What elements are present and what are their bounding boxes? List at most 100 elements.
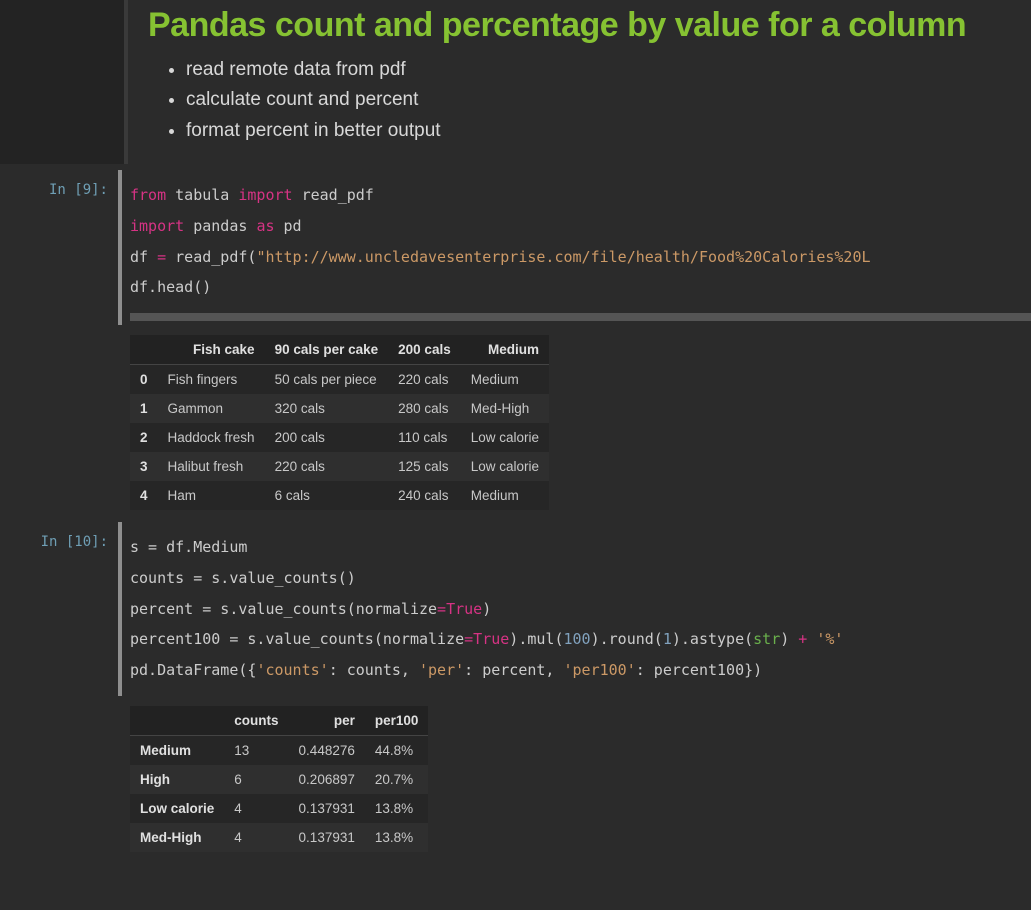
code-line: counts = s.value_counts() (130, 569, 356, 587)
row-index: 4 (130, 481, 158, 510)
row-index: Medium (130, 735, 224, 765)
page-title: Pandas count and percentage by value for… (148, 6, 1011, 45)
table-cell: 0.137931 (289, 794, 365, 823)
code-fragment: pd.DataFrame({ (130, 661, 256, 679)
input-prompt: In [10]: (0, 522, 118, 696)
code-fragment: percent100 = s.value_counts(normalize (130, 630, 464, 648)
table-header: per100 (365, 706, 429, 736)
table-cell: 110 cals (388, 423, 461, 452)
table-cell: 240 cals (388, 481, 461, 510)
row-index: 3 (130, 452, 158, 481)
table-row: Medium130.44827644.8% (130, 735, 428, 765)
code-fragment: : percent100}) (636, 661, 762, 679)
table-header (130, 335, 158, 365)
string-literal: "http://www.uncledavesenterprise.com/fil… (256, 248, 870, 266)
operator-equals: = (157, 248, 166, 266)
cell-run-indicator (118, 170, 122, 325)
table-cell: 280 cals (388, 394, 461, 423)
table-cell: Fish fingers (158, 365, 265, 395)
code-fragment: ) (482, 600, 491, 618)
table-header (130, 706, 224, 736)
operator-equals: = (437, 600, 446, 618)
code-fragment (807, 630, 816, 648)
table-cell: Medium (461, 481, 549, 510)
code-block[interactable]: s = df.Medium counts = s.value_counts() … (130, 522, 1031, 696)
table-cell: 13 (224, 735, 288, 765)
function-call: read_pdf (175, 248, 247, 266)
code-fragment: ).mul( (509, 630, 563, 648)
table-cell: 20.7% (365, 765, 429, 794)
dataframe-table: Fish cake 90 cals per cake 200 cals Medi… (130, 335, 549, 510)
horizontal-scrollbar[interactable] (130, 313, 1031, 321)
output-content: counts per per100 Medium130.44827644.8%H… (130, 706, 1031, 852)
table-header: Medium (461, 335, 549, 365)
code-fragment: ) (780, 630, 798, 648)
table-row: High60.20689720.7% (130, 765, 428, 794)
output-gutter (0, 335, 130, 510)
number-literal: 1 (663, 630, 672, 648)
table-cell: Med-High (461, 394, 549, 423)
table-header: per (289, 706, 365, 736)
row-index: Low calorie (130, 794, 224, 823)
table-header-row: counts per per100 (130, 706, 428, 736)
cell-gutter (0, 0, 128, 164)
table-row: 0Fish fingers50 cals per piece220 calsMe… (130, 365, 549, 395)
code-cell: In [10]: s = df.Medium counts = s.value_… (0, 522, 1031, 696)
operator-equals: = (464, 630, 473, 648)
table-row: 2Haddock fresh200 cals110 calsLow calori… (130, 423, 549, 452)
code-fragment: percent = s.value_counts(normalize (130, 600, 437, 618)
table-header: Fish cake (158, 335, 265, 365)
code-block[interactable]: from tabula import read_pdf import panda… (130, 170, 1031, 313)
table-cell: 6 cals (265, 481, 389, 510)
table-cell: 220 cals (388, 365, 461, 395)
markdown-cell: Pandas count and percentage by value for… (0, 0, 1031, 164)
table-cell: 13.8% (365, 823, 429, 852)
table-header-row: Fish cake 90 cals per cake 200 cals Medi… (130, 335, 549, 365)
input-prompt: In [9]: (0, 170, 118, 325)
code-cell: In [9]: from tabula import read_pdf impo… (0, 170, 1031, 325)
code-input-area[interactable]: from tabula import read_pdf import panda… (130, 170, 1031, 325)
table-cell: 200 cals (265, 423, 389, 452)
table-cell: Gammon (158, 394, 265, 423)
row-index: 2 (130, 423, 158, 452)
code-fragment: ).round( (591, 630, 663, 648)
table-cell: Ham (158, 481, 265, 510)
table-cell: 4 (224, 794, 288, 823)
builtin-str: str (753, 630, 780, 648)
constant-true: True (446, 600, 482, 618)
keyword-import: import (130, 217, 184, 235)
bullet-item: format percent in better output (186, 116, 1011, 146)
string-literal: '%' (816, 630, 843, 648)
dataframe-table: counts per per100 Medium130.44827644.8%H… (130, 706, 428, 852)
table-cell: 50 cals per piece (265, 365, 389, 395)
code-fragment: ).astype( (672, 630, 753, 648)
table-cell: 0.206897 (289, 765, 365, 794)
cell-run-indicator (118, 522, 122, 696)
table-header: 200 cals (388, 335, 461, 365)
markdown-content: Pandas count and percentage by value for… (128, 0, 1031, 164)
bullet-item: read remote data from pdf (186, 55, 1011, 85)
table-cell: Haddock fresh (158, 423, 265, 452)
string-literal: 'per100' (564, 661, 636, 679)
bullet-item: calculate count and percent (186, 85, 1011, 115)
module-name: pandas (193, 217, 247, 235)
identifier: pd (284, 217, 302, 235)
table-cell: Low calorie (461, 423, 549, 452)
module-name: tabula (175, 186, 229, 204)
table-cell: 0.448276 (289, 735, 365, 765)
row-index: High (130, 765, 224, 794)
operator-plus: + (798, 630, 807, 648)
code-fragment: : counts, (329, 661, 419, 679)
code-input-area[interactable]: s = df.Medium counts = s.value_counts() … (130, 522, 1031, 696)
output-cell: Fish cake 90 cals per cake 200 cals Medi… (0, 335, 1031, 510)
row-index: 0 (130, 365, 158, 395)
row-index: Med-High (130, 823, 224, 852)
bullet-list: read remote data from pdf calculate coun… (148, 55, 1011, 146)
code-line: s = df.Medium (130, 538, 247, 556)
identifier: read_pdf (302, 186, 374, 204)
output-content: Fish cake 90 cals per cake 200 cals Medi… (130, 335, 1031, 510)
table-header: 90 cals per cake (265, 335, 389, 365)
table-cell: 0.137931 (289, 823, 365, 852)
table-cell: 44.8% (365, 735, 429, 765)
keyword-import: import (238, 186, 292, 204)
